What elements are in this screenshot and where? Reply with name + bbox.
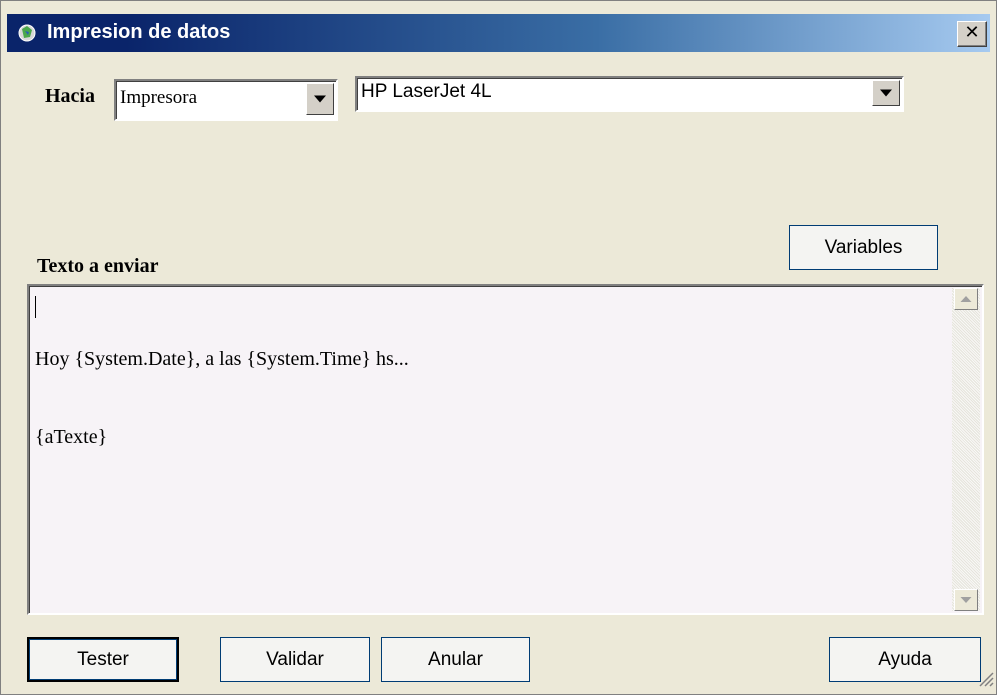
- text-to-send-textarea[interactable]: Hoy {System.Date}, a las {System.Time} h…: [27, 284, 984, 615]
- chevron-down-icon: [314, 95, 326, 103]
- scroll-down-button[interactable]: [954, 589, 978, 611]
- scroll-up-button[interactable]: [954, 288, 978, 310]
- text-to-send-content: Hoy {System.Date}, a las {System.Time} h…: [35, 294, 940, 502]
- window-title: Impresion de datos: [47, 21, 231, 43]
- scroll-down-arrow-icon: [960, 597, 972, 603]
- text-to-send-label: Texto a enviar: [37, 255, 159, 277]
- chevron-down-icon: [880, 89, 892, 97]
- destination-select[interactable]: Impresora: [114, 79, 338, 121]
- validar-button[interactable]: Validar: [220, 637, 370, 682]
- anular-button[interactable]: Anular: [381, 637, 530, 682]
- destination-label: Hacia: [45, 85, 95, 107]
- resize-grip-icon[interactable]: [976, 669, 994, 687]
- printer-dropdown-button[interactable]: [872, 80, 900, 106]
- destination-dropdown-button[interactable]: [306, 83, 334, 115]
- destination-selected-value: Impresora: [120, 87, 198, 108]
- close-button[interactable]: ✕: [957, 21, 987, 47]
- ayuda-button[interactable]: Ayuda: [829, 637, 981, 682]
- scroll-up-arrow-icon: [960, 296, 972, 302]
- close-icon: ✕: [964, 22, 980, 43]
- title-bar[interactable]: Impresion de datos: [7, 14, 990, 52]
- printer-selected-value: HP LaserJet 4L: [361, 81, 492, 102]
- text-line: {aTexte}: [35, 426, 108, 448]
- print-dialog-window: Impresion de datos ✕ Hacia Impresora HP …: [0, 0, 997, 695]
- tester-button[interactable]: Tester: [27, 637, 179, 682]
- printer-select[interactable]: HP LaserJet 4L: [355, 76, 904, 112]
- text-line: Hoy {System.Date}, a las {System.Time} h…: [35, 348, 409, 370]
- variables-button[interactable]: Variables: [789, 225, 938, 270]
- printer-app-icon: [17, 23, 37, 43]
- vertical-scrollbar[interactable]: [952, 288, 980, 611]
